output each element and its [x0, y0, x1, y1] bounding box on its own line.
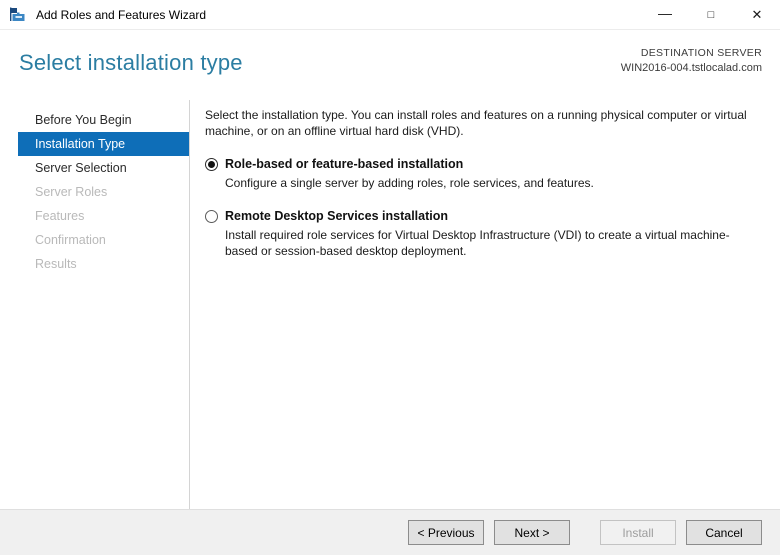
install-button[interactable]: Install [600, 520, 676, 545]
wizard-step-nav: Before You Begin Installation Type Serve… [0, 100, 190, 509]
wizard-header: Select installation type DESTINATION SER… [0, 30, 780, 100]
nav-item-before-you-begin[interactable]: Before You Begin [18, 108, 189, 132]
wizard-body: Before You Begin Installation Type Serve… [0, 100, 780, 509]
option-role-based-label: Role-based or feature-based installation [225, 157, 594, 171]
destination-server-block: DESTINATION SERVER WIN2016-004.tstlocala… [621, 46, 762, 77]
next-button[interactable]: Next > [494, 520, 570, 545]
wizard-footer: < Previous Next > Install Cancel [0, 509, 780, 555]
option-remote-desktop-label: Remote Desktop Services installation [225, 209, 762, 223]
option-remote-desktop-description: Install required role services for Virtu… [225, 227, 762, 259]
nav-item-features: Features [18, 204, 189, 228]
maximize-button[interactable]: □ [688, 0, 734, 29]
window-title: Add Roles and Features Wizard [36, 8, 642, 22]
destination-server-label: DESTINATION SERVER [621, 46, 762, 61]
option-remote-desktop-installation[interactable]: Remote Desktop Services installation Ins… [205, 209, 762, 259]
previous-button[interactable]: < Previous [408, 520, 484, 545]
page-title: Select installation type [19, 50, 243, 76]
destination-server-name: WIN2016-004.tstlocalad.com [621, 61, 762, 77]
close-button[interactable]: ✕ [734, 0, 780, 29]
title-bar[interactable]: Add Roles and Features Wizard — □ ✕ [0, 0, 780, 30]
close-icon: ✕ [752, 7, 763, 23]
nav-item-server-roles: Server Roles [18, 180, 189, 204]
minimize-icon: — [658, 5, 672, 21]
window-controls: — □ ✕ [642, 0, 780, 29]
server-manager-icon [10, 7, 26, 23]
option-role-based-installation[interactable]: Role-based or feature-based installation… [205, 157, 762, 191]
nav-item-installation-type[interactable]: Installation Type [18, 132, 189, 156]
option-role-based-description: Configure a single server by adding role… [225, 175, 594, 191]
minimize-button[interactable]: — [642, 0, 688, 29]
cancel-button[interactable]: Cancel [686, 520, 762, 545]
nav-item-confirmation: Confirmation [18, 228, 189, 252]
nav-item-results: Results [18, 252, 189, 276]
radio-remote-desktop-installation[interactable] [205, 210, 218, 223]
add-roles-features-wizard-window: Add Roles and Features Wizard — □ ✕ Sele… [0, 0, 780, 555]
installation-type-description: Select the installation type. You can in… [205, 107, 762, 139]
main-content: Select the installation type. You can in… [190, 100, 780, 509]
nav-item-server-selection[interactable]: Server Selection [18, 156, 189, 180]
radio-role-based-installation[interactable] [205, 158, 218, 171]
maximize-icon: □ [708, 9, 715, 21]
